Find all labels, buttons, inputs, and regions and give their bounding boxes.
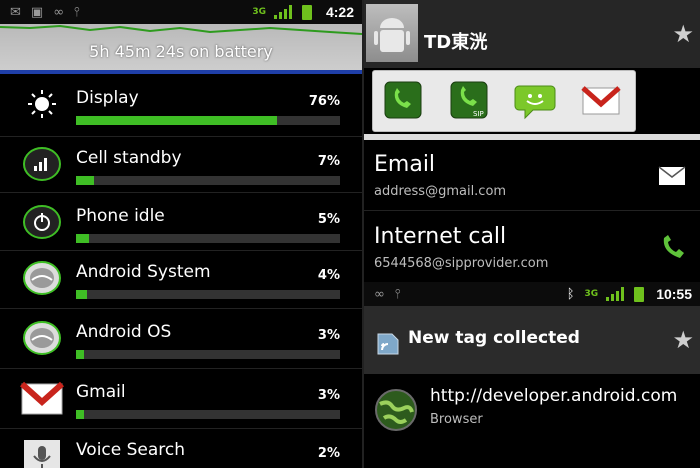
usage-label: Cell standby [76, 148, 182, 168]
usage-bar-fill [76, 116, 277, 125]
clock-2: 10:55 [656, 286, 692, 302]
usage-bar-track [76, 410, 340, 419]
android-icon [20, 258, 64, 298]
voicemail-icon: ∞ [374, 286, 385, 302]
usage-percent: 4% [317, 268, 340, 283]
voicemail-icon: ∞ [53, 4, 65, 20]
usage-percent: 7% [317, 154, 340, 169]
contact-screen: TD東洸 ★ SIP Email address@gmail.com Inter… [364, 0, 700, 468]
signal-icon [273, 5, 294, 19]
quick-contact-bar: SIP [372, 70, 636, 132]
tag-title: New tag collected [408, 328, 580, 348]
clock: 4:22 [325, 4, 354, 20]
usage-bar-track [76, 116, 340, 125]
favorite-star-icon[interactable]: ★ [672, 20, 694, 48]
usage-bar-fill [76, 410, 84, 419]
usage-label: Gmail [76, 382, 126, 402]
usb-icon: ⫯ [74, 4, 80, 20]
contact-name: TD東洸 [424, 32, 488, 53]
sip-address: 6544568@sipprovider.com [374, 256, 549, 271]
signal-icon [20, 144, 64, 184]
battery-icon [634, 286, 645, 302]
usage-bar-fill [76, 350, 84, 359]
usage-bar-fill [76, 290, 87, 299]
tag-app-name: Browser [430, 412, 483, 427]
gmail-icon[interactable] [577, 78, 625, 124]
phone-icon[interactable] [660, 234, 686, 264]
usage-label: Voice Search [76, 440, 186, 460]
microphone-icon [20, 436, 64, 468]
status-bar-2: ∞ ⫯ ᛒ 3G 10:55 [364, 282, 700, 306]
usage-percent: 3% [317, 388, 340, 403]
usage-bar-fill [76, 176, 95, 185]
bluetooth-icon: ᛒ [566, 286, 575, 302]
briefcase-icon: ▣ [30, 4, 44, 20]
usage-bar-fill [76, 234, 90, 243]
internet-call-label: Internet call [374, 224, 507, 249]
brightness-icon [20, 84, 64, 124]
usage-row[interactable]: Phone idle 5% [0, 194, 362, 251]
usage-percent: 76% [308, 94, 340, 109]
usage-bar-track [76, 176, 340, 185]
usage-row[interactable]: Android OS 3% [0, 310, 362, 369]
usage-percent: 3% [317, 328, 340, 343]
nfc-tag-icon [374, 328, 400, 360]
usage-bar-track [76, 234, 340, 243]
battery-duration: 5h 45m 24s on battery [89, 42, 273, 61]
usage-label: Display [76, 88, 139, 108]
usage-row[interactable]: Display 76% [0, 76, 362, 137]
contact-header: TD東洸 ★ [364, 0, 700, 68]
envelope-icon[interactable] [658, 166, 686, 190]
signal-icon [606, 287, 626, 301]
tag-url: http://developer.android.com [430, 386, 678, 406]
network-type: 3G [252, 7, 266, 17]
android-icon [20, 318, 64, 358]
usb-icon: ⫯ [394, 286, 401, 302]
usage-bar-track [76, 350, 340, 359]
network-type-2: 3G [584, 289, 599, 299]
usage-row[interactable]: Android System 4% [0, 250, 362, 309]
usage-row[interactable]: Gmail 3% [0, 370, 362, 429]
sms-icon[interactable] [511, 78, 559, 124]
power-icon [20, 202, 64, 242]
card-edge [364, 134, 700, 140]
internet-call-entry[interactable]: Internet call 6544568@sipprovider.com [364, 212, 700, 284]
usage-bar-track [76, 290, 340, 299]
usage-label: Android OS [76, 322, 172, 342]
usage-row[interactable]: Cell standby 7% [0, 136, 362, 193]
mail-icon: ✉ [10, 4, 21, 20]
email-label: Email [374, 152, 436, 177]
tag-header: New tag collected ★ [364, 306, 700, 374]
battery-use-screen: ✉ ▣ ∞ ⫯ 3G 4:22 5h 45m 24s on battery Di… [0, 0, 362, 468]
tag-record-item[interactable]: http://developer.android.com Browser [364, 376, 700, 446]
gmail-icon [19, 378, 65, 418]
email-address: address@gmail.com [374, 184, 507, 199]
email-entry[interactable]: Email address@gmail.com [364, 142, 700, 211]
globe-icon [374, 388, 418, 436]
usage-label: Android System [76, 262, 211, 282]
contact-avatar[interactable] [366, 4, 418, 62]
svg-text:SIP: SIP [473, 110, 484, 118]
usage-label: Phone idle [76, 206, 165, 226]
status-bar: ✉ ▣ ∞ ⫯ 3G 4:22 [0, 0, 362, 24]
favorite-star-icon[interactable]: ★ [672, 326, 694, 354]
sip-phone-icon[interactable]: SIP [445, 78, 493, 124]
battery-icon [301, 4, 312, 20]
usage-percent: 5% [317, 212, 340, 227]
phone-icon[interactable] [379, 78, 427, 124]
android-icon [374, 18, 410, 52]
usage-percent: 2% [317, 446, 340, 461]
usage-row[interactable]: Voice Search 2% [0, 428, 362, 468]
